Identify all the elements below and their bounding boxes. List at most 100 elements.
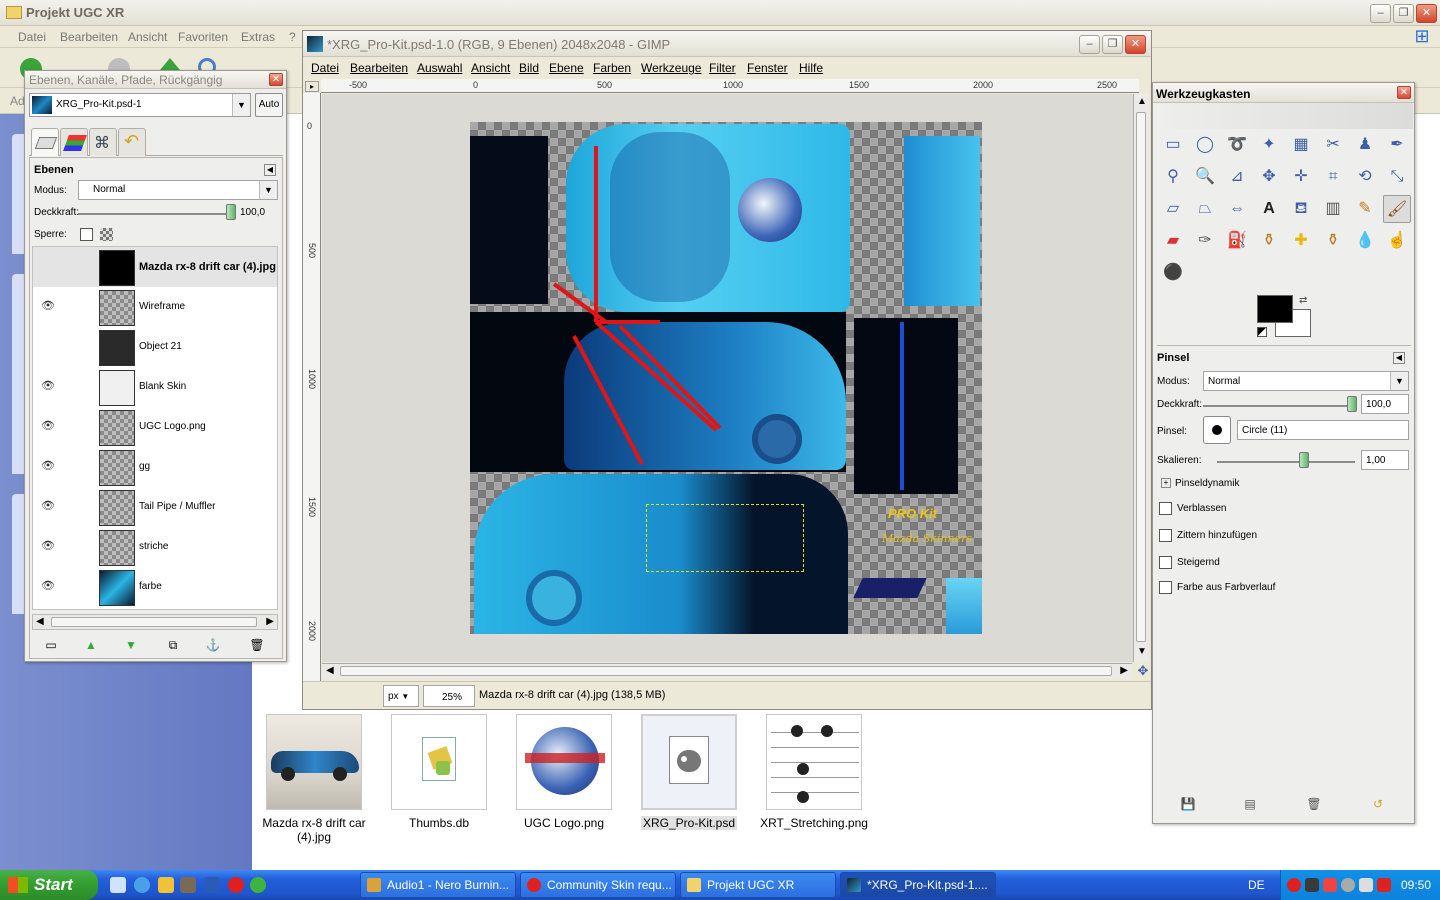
layer-list-scrollbar[interactable]: ◀ ▶ [32,614,278,630]
color-picker-icon[interactable]: ⚲ [1159,163,1187,191]
lower-layer-icon[interactable]: ▼ [122,636,140,654]
auto-button[interactable]: Auto [255,93,283,117]
dodge-burn-icon[interactable]: ⚫ [1159,259,1187,287]
menu-datei[interactable]: Datei [18,30,46,44]
lock-alpha-icon[interactable] [100,228,113,241]
delete-layer-icon[interactable]: 🗑 [248,636,266,654]
tray-app-icon[interactable] [1341,878,1355,892]
select-by-color-icon[interactable]: ▦ [1287,131,1315,159]
blend-icon[interactable]: ▥ [1319,195,1347,223]
image-selector[interactable]: XRG_Pro-Kit.psd-1 ▼ [29,93,251,117]
close-button[interactable]: ✕ [1416,4,1437,23]
save-options-icon[interactable]: 💾 [1179,795,1197,813]
close-button[interactable]: ✕ [269,73,283,86]
expand-icon[interactable]: + [1161,478,1171,488]
tab-layers[interactable] [31,128,59,156]
language-indicator[interactable]: DE [1248,878,1265,892]
layer-row[interactable]: Object 21 [33,327,277,367]
chevron-down-icon[interactable]: ▼ [1390,372,1408,390]
foreground-color-swatch[interactable] [1257,295,1293,323]
antivirus-icon[interactable] [1323,878,1337,892]
zoom-icon[interactable]: 🔍 [1191,163,1219,191]
align-icon[interactable]: ✛ [1287,163,1315,191]
start-button[interactable]: Start [0,870,98,900]
scrollbar-thumb[interactable] [340,666,1112,676]
file-item[interactable]: UGC Logo.png [504,714,624,830]
car-skin-texture[interactable]: PRO Kit Mazda Skinners [470,122,982,634]
default-colors-icon[interactable] [1257,327,1267,337]
menu-favoriten[interactable]: Favoriten [178,30,228,44]
eraser-icon[interactable]: ▰ [1159,227,1187,255]
visibility-eye-icon[interactable] [41,341,57,351]
opacity-spinbox[interactable]: 100,0 [1361,394,1409,414]
opera-tray-icon[interactable] [1287,878,1301,892]
opacity-slider-handle[interactable] [226,204,236,220]
shear-icon[interactable]: ▱ [1159,195,1187,223]
brush-name-field[interactable]: Circle (11) [1237,420,1409,440]
image-canvas[interactable]: PRO Kit Mazda Skinners [322,94,1138,662]
panel-menu-icon[interactable]: ◀ [1393,352,1405,364]
menu-help[interactable]: ? [289,30,296,44]
quicklaunch-app-icon[interactable] [158,877,174,893]
tray-app-icon[interactable] [1305,878,1319,892]
rect-select-icon[interactable]: ▭ [1159,131,1187,159]
menu-datei[interactable]: Datei [311,61,339,75]
tab-paths[interactable]: ⌘ [89,128,117,156]
close-button[interactable]: ✕ [1125,35,1146,54]
blur-icon[interactable]: 💧 [1351,227,1379,255]
smudge-icon[interactable]: ☝ [1383,227,1411,255]
vertical-ruler[interactable]: 0 500 1000 1500 2000 [303,93,321,693]
menu-ansicht[interactable]: Ansicht [128,30,167,44]
foreground-select-icon[interactable]: ♟ [1351,131,1379,159]
pencil-icon[interactable]: ✎ [1351,195,1379,223]
minimize-button[interactable]: – [1079,35,1100,54]
scroll-up-icon[interactable]: ▲ [1137,96,1147,107]
scroll-down-icon[interactable]: ▼ [1137,646,1147,657]
lasso-icon[interactable]: ➰ [1223,131,1251,159]
anchor-layer-icon[interactable]: ⚓ [204,636,222,654]
bucket-fill-icon[interactable]: ⛾ [1287,195,1315,223]
airbrush-icon[interactable]: ✑ [1191,227,1219,255]
clone-icon[interactable]: ⚱ [1255,227,1283,255]
scroll-left-icon[interactable]: ◀ [326,665,334,676]
scale-spinbox[interactable]: 1,00 [1361,450,1409,470]
scrollbar-thumb[interactable] [1136,112,1146,642]
swap-colors-icon[interactable]: ⇄ [1299,295,1307,306]
tab-undo[interactable]: ↶ [118,128,146,156]
menu-bearbeiten[interactable]: Bearbeiten [60,30,118,44]
jitter-checkbox[interactable] [1159,529,1172,542]
icq-icon[interactable] [250,877,266,893]
menu-extras[interactable]: Extras [241,30,275,44]
opera-icon[interactable] [228,877,244,893]
magic-wand-icon[interactable]: ✦ [1255,131,1283,159]
menu-werkzeuge[interactable]: Werkzeuge [641,61,701,75]
media-player-icon[interactable] [134,877,150,893]
reset-options-icon[interactable]: ↺ [1369,795,1387,813]
mode-select[interactable]: Normal ▼ [78,180,278,200]
measure-icon[interactable]: ⊿ [1223,163,1251,191]
ati-icon[interactable] [1377,878,1391,892]
maximize-button[interactable]: ❐ [1102,35,1123,54]
layer-row[interactable]: 👁 UGC Logo.png [33,407,277,447]
task-nero[interactable]: Audio1 - Nero Burnin... [360,872,516,898]
fade-checkbox[interactable] [1159,502,1172,515]
restore-options-icon[interactable]: ▤ [1241,795,1259,813]
perspective-clone-icon[interactable]: ⚱ [1319,227,1347,255]
vertical-scrollbar[interactable]: ▲ ▼ [1133,94,1149,662]
menu-ansicht[interactable]: Ansicht [471,61,510,75]
opacity-value[interactable]: 100,0 [240,207,265,218]
layer-row[interactable]: 👁 Wireframe [33,287,277,327]
paths-icon[interactable]: ✒ [1383,131,1411,159]
scroll-right-icon[interactable]: ▶ [266,616,274,627]
mode-select[interactable]: Normal ▼ [1203,371,1409,391]
menu-auswahl[interactable]: Auswahl [417,61,462,75]
flip-icon[interactable]: ⇔ [1223,195,1251,223]
close-button[interactable]: ✕ [1397,86,1411,99]
rotate-icon[interactable]: ⟲ [1351,163,1379,191]
file-item[interactable]: XRT_Stretching.png [754,714,874,830]
gradient-color-checkbox[interactable] [1159,581,1172,594]
visibility-eye-icon[interactable]: 👁 [41,541,57,552]
opacity-slider[interactable] [78,213,228,215]
chevron-down-icon[interactable]: ▼ [259,181,277,199]
gimp-launcher-icon[interactable] [180,877,196,893]
